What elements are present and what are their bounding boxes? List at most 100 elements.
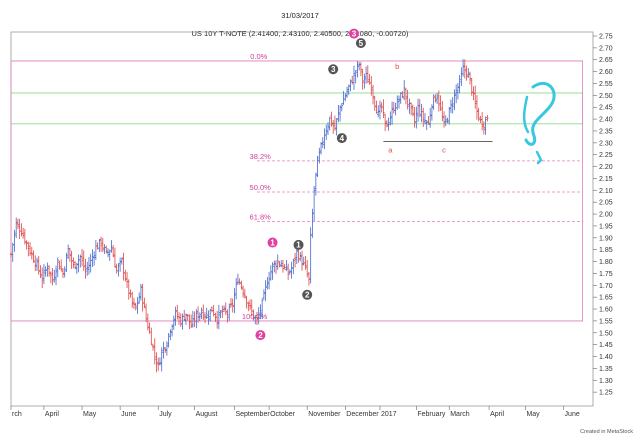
wave-letter: c [442, 145, 446, 154]
question-mark-stroke-a [522, 95, 530, 134]
ohlc-bar [231, 298, 234, 313]
y-tick-label: 1.95 [599, 223, 613, 230]
ohlc-bar [368, 73, 371, 85]
ohlc-bar [243, 288, 247, 299]
x-tick-label: 2017 [381, 411, 397, 418]
ohlc-bar [210, 306, 214, 313]
ohlc-bar [356, 61, 359, 78]
y-tick-label: 2.70 [599, 45, 613, 52]
ohlc-bar [408, 98, 411, 114]
ohlc-bar [428, 107, 432, 128]
question-mark-curve [524, 81, 556, 146]
ohlc-bar [94, 239, 98, 260]
ohlc-bar [183, 309, 186, 322]
ohlc-bar [177, 312, 181, 325]
ohlc-bar [110, 240, 113, 253]
ohlc-bar [307, 271, 311, 286]
ohlc-bar [420, 103, 423, 123]
ohlc-bar [344, 93, 347, 102]
ohlc-bar [131, 291, 134, 308]
fib-range-box [10, 60, 584, 322]
ohlc-bar [456, 83, 460, 100]
ohlc-bar [200, 307, 203, 320]
ohlc-bar [486, 114, 489, 122]
ohlc-bar [484, 116, 487, 135]
y-tick-label: 1.75 [599, 271, 613, 278]
x-tick-label: February [417, 411, 446, 418]
y-tick-label: 1.85 [599, 247, 613, 254]
ohlc-bar [281, 259, 285, 273]
ohlc-bar [143, 297, 146, 308]
y-tick-label: 1.55 [599, 318, 613, 325]
ohlc-bar [418, 99, 421, 118]
svg-text:5: 5 [359, 39, 364, 48]
y-tick-label: 2.40 [599, 117, 613, 124]
ohlc-bar [34, 255, 37, 272]
ohlc-bar [106, 248, 110, 258]
ohlc-bar [247, 301, 250, 312]
ohlc-bar [357, 62, 361, 71]
price-chart: 31/03/2017 US 10Y T-NOTE (2.41400, 2.431… [9, 11, 633, 435]
ohlc-bar [103, 244, 106, 254]
ohlc-bar [409, 102, 413, 116]
ohlc-bar [394, 102, 397, 116]
ohlc-bar [392, 101, 396, 114]
ohlc-bar [139, 283, 143, 301]
svg-text:3: 3 [331, 65, 336, 74]
ohlc-bar [98, 238, 101, 253]
y-tick-label: 2.05 [599, 200, 613, 207]
ohlc-bar [300, 250, 304, 271]
ohlc-bar [451, 97, 454, 114]
svg-text:1: 1 [270, 238, 275, 247]
ohlc-bar [312, 185, 316, 222]
x-tick-label: April [490, 411, 504, 418]
ohlc-bar [170, 324, 174, 337]
chart-title: US 10Y T-NOTE (2.41400, 2.43100, 2.40500… [192, 29, 409, 38]
fib-level-label: 38.2% [250, 152, 272, 161]
ohlc-bar [160, 347, 163, 372]
ohlc-bar [176, 304, 179, 320]
ohlc-bar [51, 267, 54, 286]
ohlc-bar [141, 283, 144, 312]
ohlc-bar [167, 333, 170, 348]
ohlc-bar [153, 338, 156, 365]
ohlc-bar [27, 241, 30, 257]
ohlc-bar [208, 308, 212, 322]
footer-credit: Created in MetaStock [580, 429, 633, 435]
wave-marker: 3 [328, 64, 339, 75]
ohlc-bar [468, 71, 472, 85]
ohlc-bar [453, 89, 456, 111]
ohlc-bar [276, 254, 279, 270]
ohlc-bar [35, 257, 39, 271]
x-tick-label: March [450, 411, 470, 418]
ohlc-bar [314, 172, 318, 196]
ohlc-bar [172, 315, 176, 330]
wave-marker: 5 [355, 38, 366, 49]
ohlc-bar [351, 75, 354, 85]
chart-root: 31/03/2017 US 10Y T-NOTE (2.41400, 2.431… [0, 0, 640, 443]
x-tick-label: August [196, 411, 218, 418]
ohlc-bar [415, 106, 418, 129]
ohlc-bar [20, 223, 23, 237]
ohlc-bar [233, 288, 236, 314]
y-tick-label: 2.60 [599, 69, 613, 76]
ohlc-bar [117, 263, 120, 277]
ohlc-bar [442, 111, 446, 128]
svg-text:2: 2 [258, 331, 263, 340]
ohlc-bar [461, 59, 465, 77]
ohlc-bar [266, 277, 269, 290]
ohlc-bar [217, 304, 221, 330]
ohlc-bar [193, 311, 196, 328]
y-tick-label: 1.40 [599, 354, 613, 361]
ohlc-bar [188, 314, 191, 329]
ohlc-bar [58, 260, 61, 270]
ohlc-bar [480, 111, 484, 131]
ohlc-bar [111, 245, 115, 258]
x-tick-label: October [270, 411, 296, 418]
ohlc-bar [292, 258, 295, 275]
ohlc-bar [441, 101, 444, 122]
ohlc-bar [458, 74, 461, 94]
ohlc-bar [13, 229, 16, 252]
y-tick-label: 2.10 [599, 188, 613, 195]
ohlc-bar [477, 107, 480, 122]
